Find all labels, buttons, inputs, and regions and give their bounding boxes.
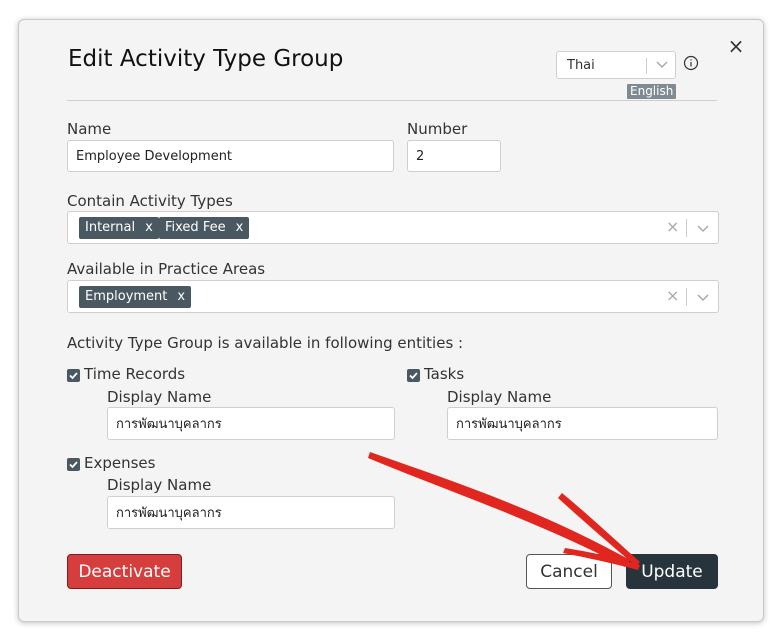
activity-types-multiselect[interactable]: Internal x Fixed Fee x × — [67, 211, 719, 244]
checkbox-checked-icon — [409, 372, 418, 380]
tag-remove-icon[interactable]: x — [177, 286, 185, 308]
tag-employment: Employment x — [79, 286, 192, 308]
tag-label: Fixed Fee — [165, 220, 226, 235]
entities-label: Activity Type Group is available in foll… — [67, 334, 464, 352]
number-label: Number — [407, 120, 468, 138]
tag-internal: Internal x — [79, 217, 159, 239]
activity-types-label: Contain Activity Types — [67, 192, 233, 210]
expenses-display-name-label: Display Name — [107, 476, 212, 494]
select-separator — [646, 58, 647, 74]
chevron-down-icon[interactable] — [694, 219, 712, 237]
update-button[interactable]: Update — [626, 554, 718, 589]
time-records-display-name-input[interactable]: การพัฒนาบุคลากร — [107, 407, 395, 440]
time-records-label: Time Records — [84, 365, 186, 383]
tag-remove-icon[interactable]: x — [145, 217, 153, 239]
name-label: Name — [67, 120, 112, 138]
info-icon[interactable] — [683, 55, 699, 71]
expenses-checkbox[interactable] — [67, 458, 80, 471]
cancel-button[interactable]: Cancel — [526, 554, 612, 589]
time-records-display-name-label: Display Name — [107, 388, 212, 406]
deactivate-button[interactable]: Deactivate — [67, 554, 182, 589]
clear-icon[interactable]: × — [666, 217, 679, 236]
tasks-label: Tasks — [424, 365, 465, 383]
practice-areas-multiselect[interactable]: Employment x × — [67, 280, 719, 313]
number-input[interactable]: 2 — [407, 140, 501, 172]
tag-remove-icon[interactable]: x — [236, 217, 244, 239]
language-select-value: Thai — [567, 58, 595, 73]
chevron-down-icon[interactable] — [694, 288, 712, 306]
tag-fixed-fee: Fixed Fee x — [159, 217, 250, 239]
expenses-label: Expenses — [84, 454, 156, 472]
checkbox-checked-icon — [69, 372, 78, 380]
clear-icon[interactable]: × — [666, 286, 679, 305]
tag-label: Internal — [85, 220, 136, 235]
language-badge: English — [627, 84, 677, 99]
checkbox-checked-icon — [69, 461, 78, 469]
chevron-down-icon — [656, 61, 668, 69]
dialog-title: Edit Activity Type Group — [68, 46, 344, 72]
time-records-checkbox[interactable] — [67, 369, 80, 382]
tasks-checkbox[interactable] — [407, 369, 420, 382]
name-input[interactable]: Employee Development — [67, 140, 394, 172]
tasks-display-name-label: Display Name — [447, 388, 552, 406]
practice-areas-label: Available in Practice Areas — [67, 260, 266, 278]
header-divider — [67, 100, 717, 101]
select-separator — [686, 219, 687, 237]
language-select[interactable]: Thai — [556, 51, 676, 79]
select-separator — [686, 288, 687, 306]
close-icon[interactable]: × — [727, 34, 745, 58]
expenses-display-name-input[interactable]: การพัฒนาบุคลากร — [107, 496, 395, 529]
edit-activity-type-group-dialog: Edit Activity Type Group × Thai English … — [18, 19, 764, 622]
tag-label: Employment — [85, 289, 168, 304]
tasks-display-name-input[interactable]: การพัฒนาบุคลากร — [447, 407, 718, 440]
